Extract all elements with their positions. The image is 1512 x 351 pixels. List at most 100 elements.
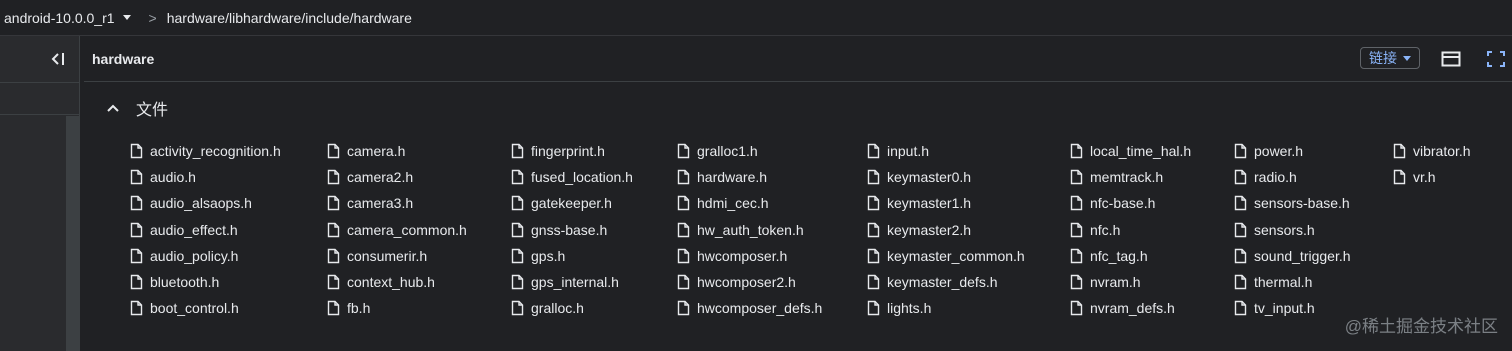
file-item[interactable]: fused_location.h — [511, 164, 633, 190]
file-column: power.h radio.h sensors-base.h sensors.h sou… — [1234, 138, 1351, 321]
file-item[interactable]: keymaster2.h — [867, 217, 1025, 243]
file-item[interactable]: audio_alsaops.h — [130, 190, 281, 216]
file-item[interactable]: camera3.h — [327, 190, 467, 216]
file-item[interactable]: fingerprint.h — [511, 138, 633, 164]
layout-icon[interactable] — [1441, 50, 1461, 68]
file-icon — [130, 222, 143, 237]
file-item[interactable]: memtrack.h — [1070, 164, 1191, 190]
file-item[interactable]: consumerir.h — [327, 243, 467, 269]
file-icon — [1070, 301, 1083, 316]
watermark: @稀土掘金技术社区 — [1344, 317, 1498, 336]
file-item[interactable]: hdmi_cec.h — [677, 190, 822, 216]
file-name: audio_alsaops.h — [150, 195, 252, 212]
file-item[interactable]: activity_recognition.h — [130, 138, 281, 164]
file-name: sensors.h — [1254, 221, 1315, 238]
file-item[interactable]: nfc-base.h — [1070, 190, 1191, 216]
file-icon — [130, 196, 143, 211]
file-item[interactable]: vibrator.h — [1393, 138, 1471, 164]
file-name: hardware.h — [697, 169, 768, 186]
file-item[interactable]: gps_internal.h — [511, 269, 633, 295]
file-item[interactable]: context_hub.h — [327, 269, 467, 295]
file-icon — [511, 274, 524, 290]
branch-selector[interactable]: android-10.0.0_r1 — [4, 10, 131, 26]
file-icon — [1070, 170, 1083, 185]
file-item[interactable]: lights.h — [867, 295, 1025, 321]
file-column: input.h keymaster0.h keymaster1.h keymaster… — [867, 138, 1025, 321]
chevron-up-icon[interactable] — [106, 103, 120, 113]
file-icon — [1070, 274, 1083, 290]
file-item[interactable]: power.h — [1234, 138, 1351, 164]
file-item[interactable]: vr.h — [1393, 164, 1471, 190]
file-item[interactable]: keymaster_common.h — [867, 243, 1025, 269]
file-item[interactable]: fb.h — [327, 295, 467, 321]
file-item[interactable]: audio_effect.h — [130, 217, 281, 243]
file-name: input.h — [887, 143, 930, 160]
left-panel-header — [0, 36, 79, 83]
file-item[interactable]: camera_common.h — [327, 217, 467, 243]
caret-down-icon — [1403, 55, 1411, 61]
file-item[interactable]: sensors.h — [1234, 217, 1351, 243]
file-name: audio.h — [150, 169, 196, 186]
file-item[interactable]: camera.h — [327, 138, 467, 164]
top-bar: android-10.0.0_r1 > hardware/libhardware… — [0, 0, 1512, 36]
file-item[interactable]: hwcomposer.h — [677, 243, 822, 269]
file-icon — [1393, 143, 1406, 159]
file-name: sound_trigger.h — [1254, 247, 1351, 264]
file-name: gps.h — [531, 247, 566, 264]
file-icon — [1234, 301, 1247, 316]
file-item[interactable]: nfc.h — [1070, 217, 1191, 243]
file-item[interactable]: bluetooth.h — [130, 269, 281, 295]
files-section-header: 文件 — [106, 96, 168, 120]
file-item[interactable]: camera2.h — [327, 164, 467, 190]
file-name: hw_auth_token.h — [697, 221, 804, 238]
main-header: hardware 链接 — [84, 36, 1512, 82]
file-name: nfc.h — [1090, 221, 1121, 238]
file-item[interactable]: keymaster_defs.h — [867, 269, 1025, 295]
file-icon — [1393, 170, 1406, 185]
file-item[interactable]: gnss-base.h — [511, 217, 633, 243]
file-item[interactable]: nvram_defs.h — [1070, 295, 1191, 321]
file-item[interactable]: hw_auth_token.h — [677, 217, 822, 243]
page-title: hardware — [92, 50, 155, 67]
file-icon — [867, 248, 880, 264]
file-item[interactable]: keymaster1.h — [867, 190, 1025, 216]
file-item[interactable]: gps.h — [511, 243, 633, 269]
file-name: tv_input.h — [1254, 300, 1315, 317]
file-item[interactable]: sound_trigger.h — [1234, 243, 1351, 269]
file-name: boot_control.h — [150, 300, 239, 317]
file-item[interactable]: tv_input.h — [1234, 295, 1351, 321]
collapse-panel-icon[interactable] — [49, 50, 67, 68]
file-icon — [1234, 143, 1247, 159]
file-item[interactable]: gralloc.h — [511, 295, 633, 321]
file-item[interactable]: local_time_hal.h — [1070, 138, 1191, 164]
file-item[interactable]: sensors-base.h — [1234, 190, 1351, 216]
file-icon — [511, 248, 524, 264]
caret-down-icon — [122, 15, 131, 20]
file-name: camera_common.h — [347, 221, 467, 238]
link-button[interactable]: 链接 — [1360, 47, 1420, 69]
file-item[interactable]: gatekeeper.h — [511, 190, 633, 216]
file-item[interactable]: audio.h — [130, 164, 281, 190]
file-item[interactable]: boot_control.h — [130, 295, 281, 321]
breadcrumb-separator: > — [148, 9, 157, 26]
file-icon — [511, 143, 524, 159]
file-name: hdmi_cec.h — [697, 195, 769, 212]
file-name: fb.h — [347, 300, 371, 317]
fullscreen-icon[interactable] — [1486, 50, 1506, 68]
left-panel-scrollbar[interactable] — [66, 116, 79, 351]
file-item[interactable]: audio_policy.h — [130, 243, 281, 269]
file-item[interactable]: hwcomposer_defs.h — [677, 295, 822, 321]
file-item[interactable]: input.h — [867, 138, 1025, 164]
file-name: keymaster0.h — [887, 169, 972, 186]
file-name: audio_policy.h — [150, 247, 239, 264]
file-item[interactable]: nfc_tag.h — [1070, 243, 1191, 269]
file-column: fingerprint.h fused_location.h gatekeeper.… — [511, 138, 633, 321]
file-item[interactable]: hwcomposer2.h — [677, 269, 822, 295]
file-item[interactable]: nvram.h — [1070, 269, 1191, 295]
file-item[interactable]: radio.h — [1234, 164, 1351, 190]
file-item[interactable]: keymaster0.h — [867, 164, 1025, 190]
file-item[interactable]: hardware.h — [677, 164, 822, 190]
file-item[interactable]: gralloc1.h — [677, 138, 822, 164]
file-item[interactable]: thermal.h — [1234, 269, 1351, 295]
breadcrumb-path[interactable]: hardware/libhardware/include/hardware — [167, 10, 412, 26]
